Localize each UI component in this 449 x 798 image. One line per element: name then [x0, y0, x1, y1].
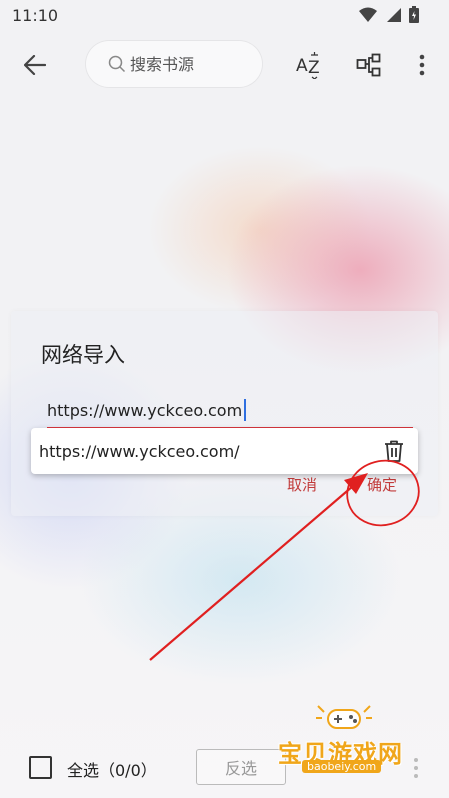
flowchart-icon — [356, 53, 381, 77]
url-input[interactable]: https://www.yckceo.com — [47, 399, 247, 421]
watermark-url: baobeiy.com — [302, 760, 382, 773]
network-import-dialog: 网络导入 https://www.yckceo.com 取消 确定 — [11, 311, 438, 516]
toolbar: A Z — [0, 36, 449, 92]
watermark-logo: 宝贝游戏网 baobeiy.com — [270, 702, 420, 782]
url-suggestion-item[interactable]: https://www.yckceo.com/ — [39, 442, 240, 461]
cancel-button[interactable]: 取消 — [287, 474, 317, 495]
gamepad-icon — [316, 705, 372, 729]
search-icon — [108, 55, 126, 73]
more-menu-button[interactable] — [405, 48, 439, 82]
sort-button[interactable]: A Z — [292, 48, 326, 82]
dialog-title: 网络导入 — [41, 343, 125, 367]
select-all-checkbox[interactable] — [29, 756, 52, 779]
back-button[interactable] — [18, 48, 52, 82]
search-box[interactable] — [86, 41, 262, 87]
search-input[interactable] — [130, 54, 250, 74]
select-all-label[interactable]: 全选（0/0） — [67, 757, 157, 781]
trash-icon[interactable] — [382, 439, 406, 463]
svg-text:Z: Z — [308, 58, 320, 78]
status-time: 11:10 — [12, 6, 59, 25]
group-button[interactable] — [352, 48, 386, 82]
sort-az-icon: A Z — [296, 52, 320, 79]
status-bar: 11:10 — [0, 0, 449, 32]
url-suggestion-dropdown[interactable]: https://www.yckceo.com/ — [31, 428, 418, 474]
confirm-button[interactable]: 确定 — [367, 474, 397, 495]
more-vertical-icon — [419, 54, 425, 76]
url-input-value: https://www.yckceo.com — [47, 401, 243, 420]
signal-icon — [387, 7, 401, 22]
battery-icon — [409, 6, 419, 23]
status-icons — [359, 6, 419, 23]
arrow-left-icon — [24, 55, 46, 75]
wifi-icon — [359, 7, 377, 22]
svg-text:A: A — [296, 56, 308, 76]
text-caret — [244, 399, 247, 421]
